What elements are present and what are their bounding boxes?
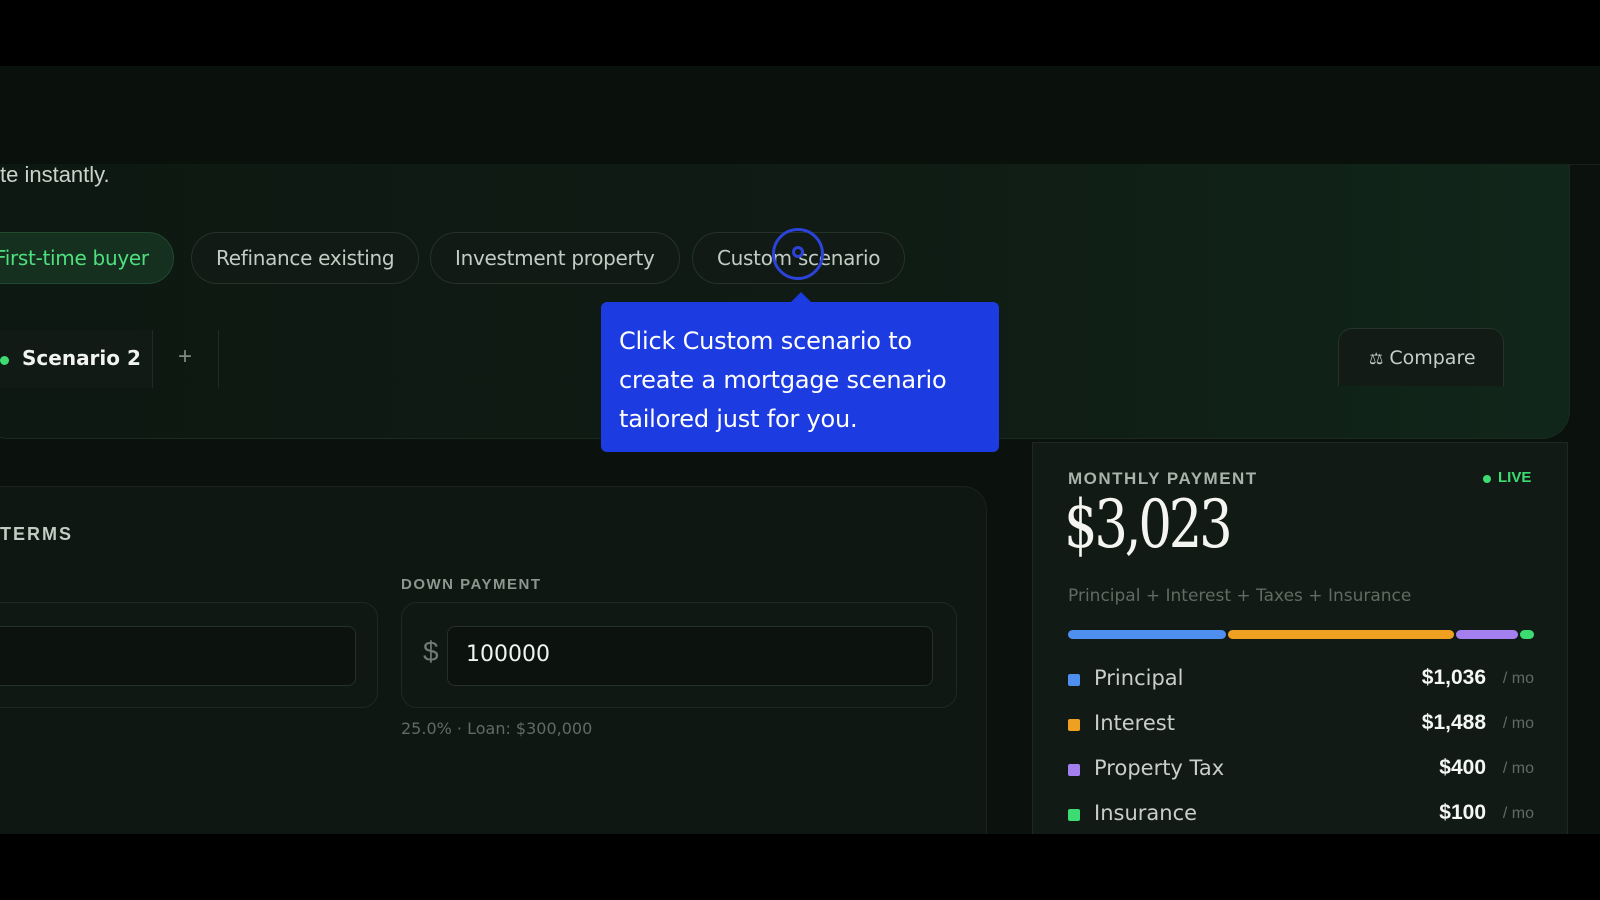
onboarding-tooltip: Click Custom scenario to create a mortga…	[601, 302, 999, 452]
terms-heading: TERMS	[0, 524, 73, 544]
breakdown-bar-interest	[1228, 630, 1454, 639]
breakdown-unit: / mo	[1502, 760, 1534, 777]
breakdown-value: $1,488	[1421, 711, 1486, 734]
breakdown-bar-principal	[1068, 630, 1226, 639]
tooltip-line: create a mortgage scenario	[619, 366, 947, 394]
breakdown-label: Property Tax	[1094, 756, 1225, 780]
breakdown-row-insurance: Insurance $100 / mo	[1068, 800, 1534, 830]
tooltip-line: tailored just for you.	[619, 405, 858, 433]
breakdown-label: Principal	[1094, 666, 1184, 690]
insurance-swatch	[1068, 809, 1080, 821]
tooltip-line: Click Custom scenario to	[619, 327, 912, 355]
down-payment-label: DOWN PAYMENT	[401, 576, 542, 593]
add-scenario-button[interactable]: +	[152, 330, 219, 388]
down-payment-hint: 25.0% · Loan: $300,000	[401, 719, 593, 738]
preset-refinance-existing[interactable]: Refinance existing	[191, 232, 420, 284]
breakdown-label: Insurance	[1094, 801, 1198, 825]
breakdown-bar-property-tax	[1456, 630, 1518, 639]
tab-scenario-2[interactable]: Scenario 2	[0, 330, 153, 388]
live-badge: LIVE	[1498, 469, 1532, 486]
down-payment-value: 100000	[466, 642, 550, 667]
home-price-input[interactable]	[0, 626, 356, 686]
cursor-icon	[792, 246, 804, 258]
preset-first-time-buyer[interactable]: First-time buyer	[0, 232, 174, 284]
hero-subtitle: te instantly.	[0, 162, 110, 187]
breakdown-bar-insurance	[1520, 630, 1534, 639]
breakdown-row-interest: Interest $1,488 / mo	[1068, 710, 1534, 740]
breakdown-value: $100	[1439, 801, 1486, 824]
payment-components-caption: Principal + Interest + Taxes + Insurance	[1068, 586, 1412, 606]
breakdown-value: $400	[1439, 756, 1486, 779]
breakdown-value: $1,036	[1421, 666, 1486, 689]
breakdown-unit: / mo	[1502, 715, 1534, 732]
principal-swatch	[1068, 674, 1080, 686]
breakdown-label: Interest	[1094, 711, 1175, 735]
breakdown-row-property-tax: Property Tax $400 / mo	[1068, 755, 1534, 785]
breakdown-row-principal: Principal $1,036 / mo	[1068, 665, 1534, 695]
tab-scenario-label: Scenario 2	[22, 346, 141, 370]
interest-swatch	[1068, 719, 1080, 731]
top-header-band	[0, 66, 1600, 165]
currency-symbol: $	[423, 636, 439, 667]
property-tax-swatch	[1068, 764, 1080, 776]
live-indicator-dot	[1483, 475, 1491, 483]
breakdown-unit: / mo	[1502, 805, 1534, 822]
compare-button[interactable]: ⚖ Compare	[1338, 328, 1504, 386]
app-viewport: te instantly. First-time buyer Refinance…	[0, 66, 1600, 834]
preset-investment-property[interactable]: Investment property	[430, 232, 680, 284]
active-status-dot	[0, 356, 9, 365]
compare-icon: ⚖	[1369, 349, 1384, 368]
compare-label: Compare	[1389, 347, 1476, 369]
breakdown-unit: / mo	[1502, 670, 1534, 687]
monthly-payment-amount: $3,023	[1064, 486, 1233, 563]
